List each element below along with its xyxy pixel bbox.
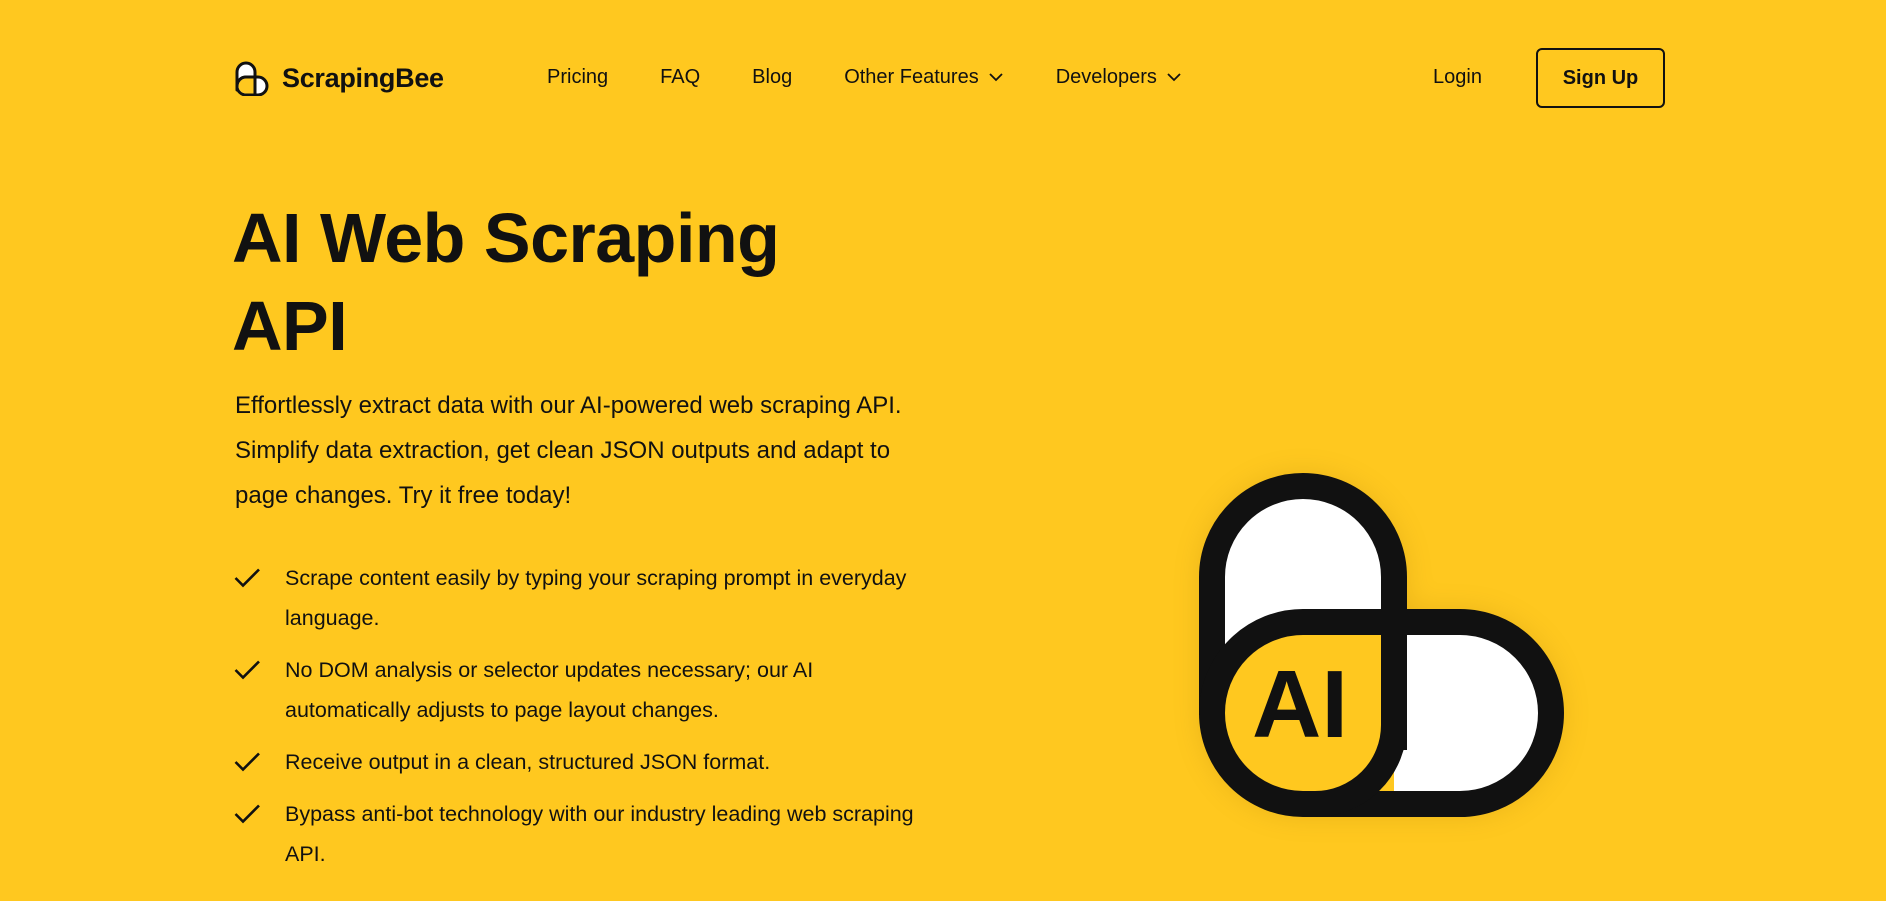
check-icon xyxy=(234,660,260,680)
nav-faq[interactable]: FAQ xyxy=(660,66,700,89)
nav-blog[interactable]: Blog xyxy=(752,66,792,89)
page-title-line-1: AI Web Scraping xyxy=(232,199,780,277)
illustration-ai-label: AI xyxy=(1252,651,1348,758)
nav-other-features-label: Other Features xyxy=(844,65,979,88)
feature-text: Bypass anti-bot technology with our indu… xyxy=(285,802,914,866)
feature-text: Scrape content easily by typing your scr… xyxy=(285,566,907,630)
nav-blog-label: Blog xyxy=(752,65,793,88)
site-header: ScrapingBee Pricing FAQ Blog Other Featu… xyxy=(0,0,1886,156)
scrapingbee-logo-icon xyxy=(235,61,269,96)
page-title-line-2: API xyxy=(232,287,348,365)
hero-description: Effortlessly extract data with our AI-po… xyxy=(235,392,902,509)
nav-pricing-label: Pricing xyxy=(547,65,609,88)
chevron-down-icon xyxy=(1167,73,1181,82)
page: ScrapingBee Pricing FAQ Blog Other Featu… xyxy=(0,0,1886,901)
feature-item: No DOM analysis or selector updates nece… xyxy=(234,650,914,730)
feature-text: Receive output in a clean, structured JS… xyxy=(285,750,771,774)
nav-developers-dropdown[interactable]: Developers xyxy=(1056,66,1182,89)
chevron-down-icon xyxy=(989,73,1003,82)
logo-link[interactable]: ScrapingBee xyxy=(234,60,444,96)
ai-bee-logo-icon: AI xyxy=(1198,473,1564,817)
nav-other-features-dropdown[interactable]: Other Features xyxy=(844,66,1004,89)
login-link[interactable]: Login xyxy=(1433,62,1482,92)
page-title: AI Web Scraping API xyxy=(232,194,952,370)
main-nav: Pricing FAQ Blog Other Features Develope… xyxy=(547,62,1182,92)
nav-developers-label: Developers xyxy=(1055,65,1157,88)
check-icon xyxy=(234,752,260,772)
check-icon xyxy=(234,804,260,824)
feature-list: Scrape content easily by typing your scr… xyxy=(234,558,914,874)
check-icon xyxy=(234,568,260,588)
nav-faq-label: FAQ xyxy=(660,65,701,88)
feature-item: Scrape content easily by typing your scr… xyxy=(234,558,914,638)
sign-up-button[interactable]: Sign Up xyxy=(1536,48,1665,108)
feature-text: No DOM analysis or selector updates nece… xyxy=(285,658,814,722)
feature-item: Receive output in a clean, structured JS… xyxy=(234,742,914,782)
nav-pricing[interactable]: Pricing xyxy=(547,66,608,89)
logo-text: ScrapingBee xyxy=(282,62,444,93)
hero-illustration: AI xyxy=(1160,450,1580,840)
feature-item: Bypass anti-bot technology with our indu… xyxy=(234,794,914,874)
